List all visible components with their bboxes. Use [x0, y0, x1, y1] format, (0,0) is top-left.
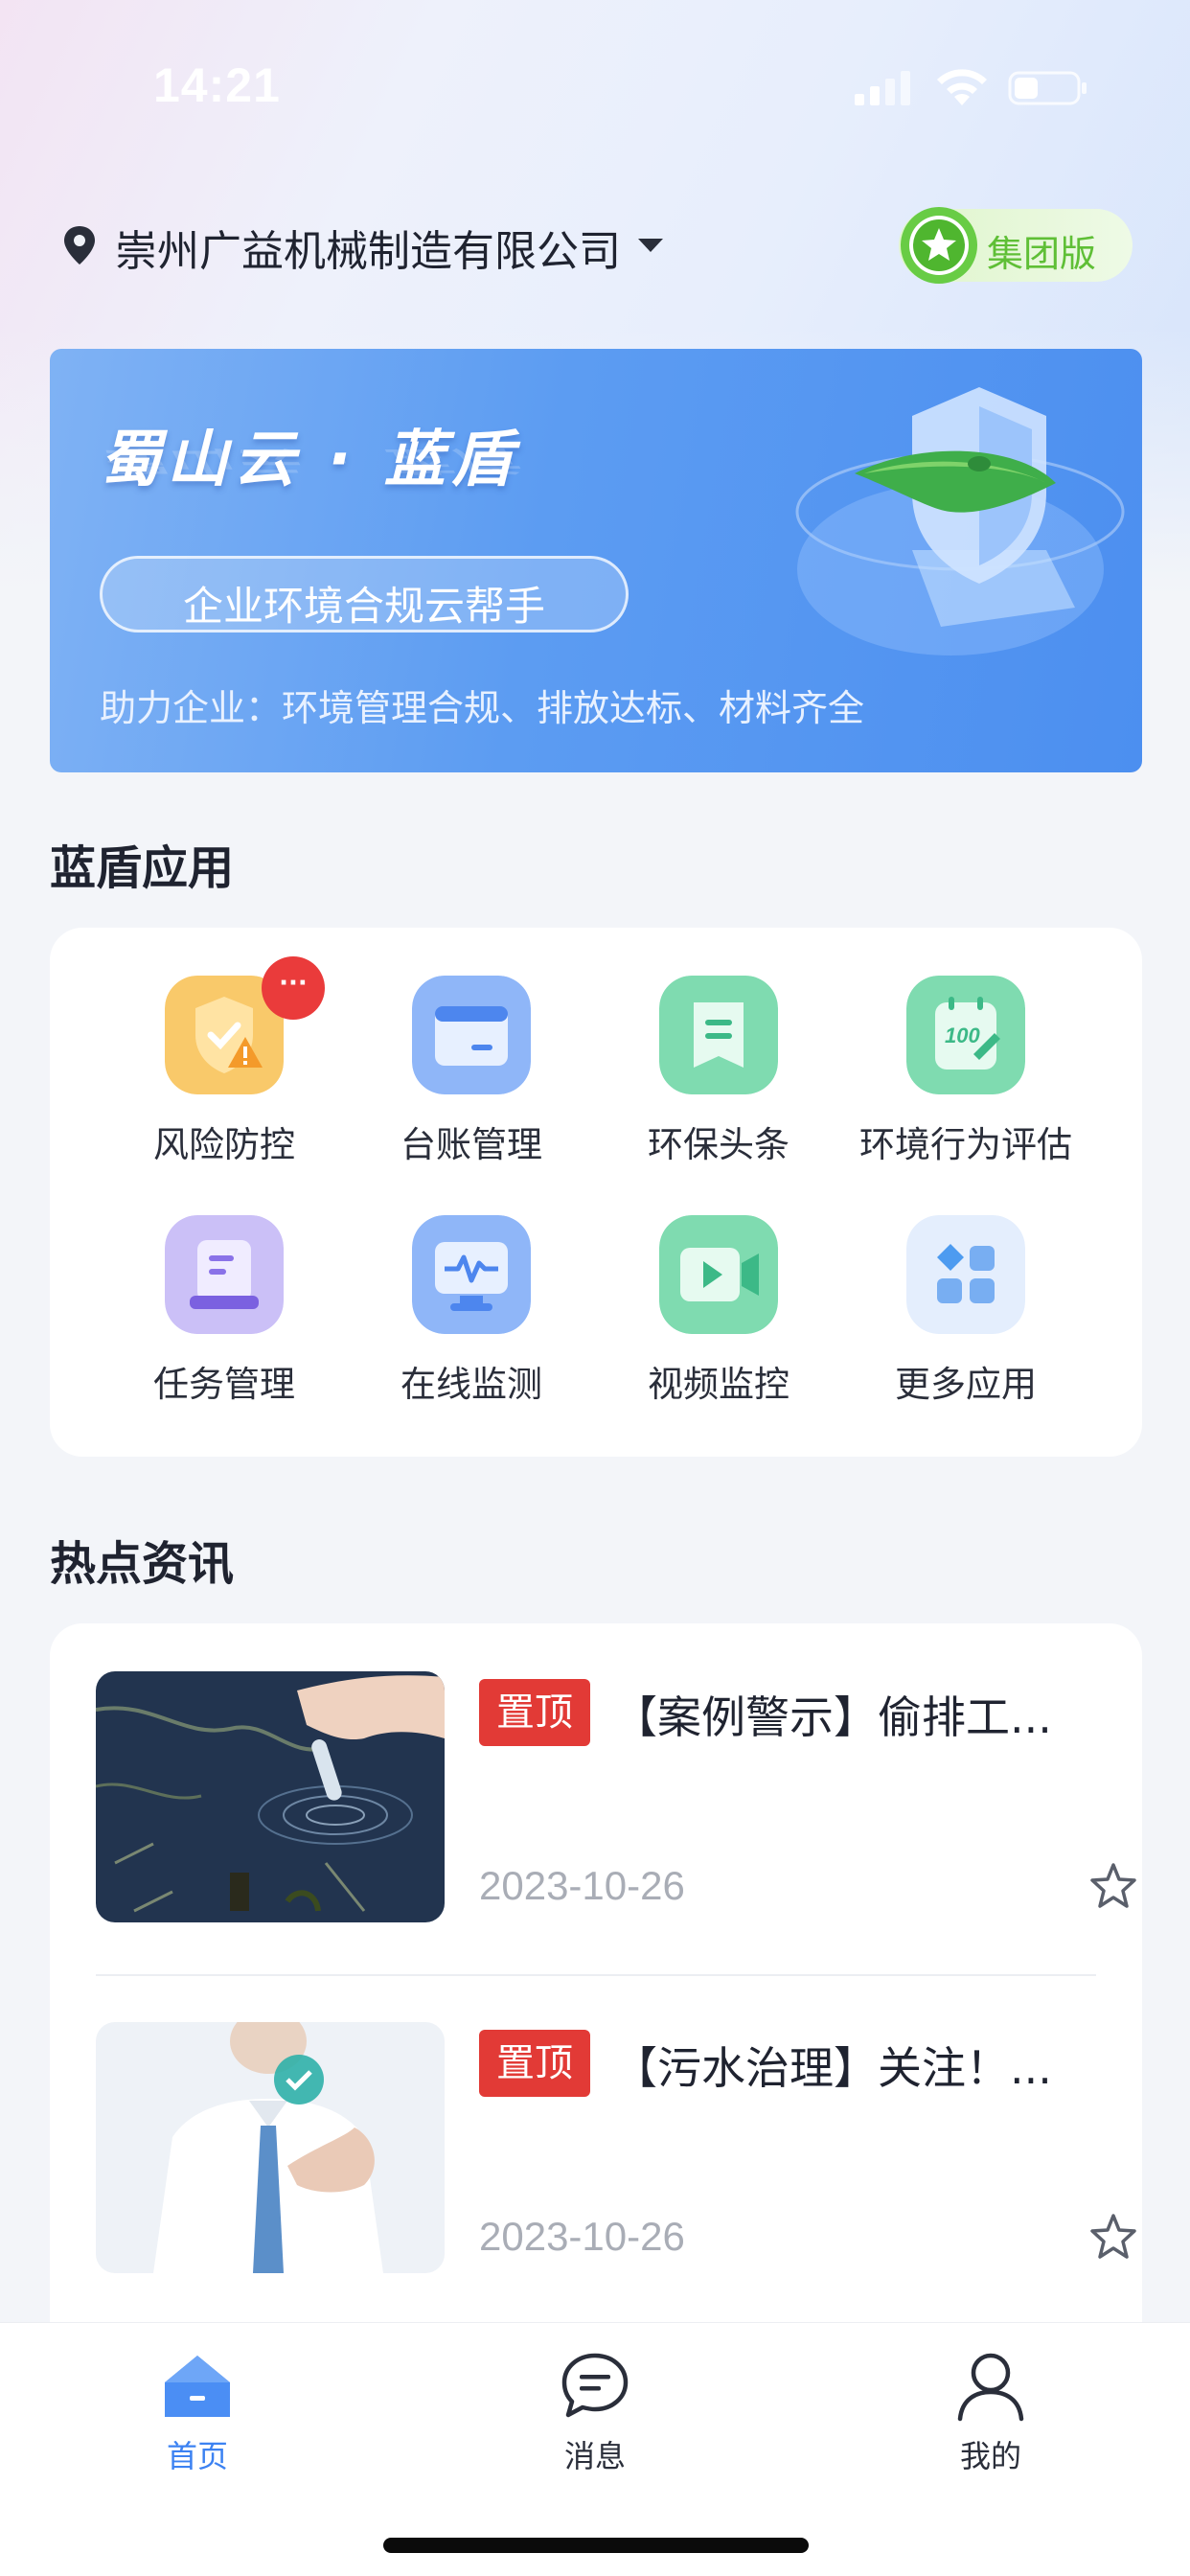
ledger-icon: [412, 976, 531, 1094]
app-label: 在线监测: [400, 1364, 542, 1405]
banner-subtitle: 助力企业：环境管理合规、排放达标、材料齐全: [100, 687, 865, 729]
message-icon: [561, 2353, 629, 2418]
favorite-star-icon[interactable]: [1088, 2212, 1138, 2262]
app-label: 任务管理: [153, 1364, 295, 1405]
star-medal-icon: [901, 207, 977, 284]
app-environment-evaluation[interactable]: 100 环境行为评估: [842, 928, 1089, 1165]
profile-icon: [957, 2353, 1024, 2422]
status-bar: 14:21: [0, 0, 1190, 172]
svg-text:100: 100: [945, 1024, 980, 1047]
tab-label: 消息: [563, 2438, 626, 2474]
banner-tagline-pill: 企业环境合规云帮手: [100, 556, 629, 632]
news-list-card: 置顶 【案例警示】偷排工... 2023-10-26 置顶 【污水治理】关注！.…: [50, 1623, 1142, 2352]
app-label: 更多应用: [895, 1364, 1037, 1405]
banner-title-reflection: 蜀山云 · 蓝盾: [100, 444, 518, 477]
apps-section-title: 蓝盾应用: [50, 841, 235, 895]
score-notepad-icon: 100: [906, 976, 1025, 1094]
promo-banner[interactable]: 蜀山云 · 蓝盾 蜀山云 · 蓝盾 企业环境合规云帮手 助力企业：环境管理合规、…: [50, 349, 1142, 772]
news-title: 【污水治理】关注！...: [613, 2042, 1052, 2094]
shield-illustration-icon: [795, 387, 1125, 656]
home-indicator[interactable]: [383, 2538, 809, 2553]
tab-messages[interactable]: 消息: [499, 2340, 691, 2484]
home-icon: [165, 2356, 230, 2417]
wifi-icon: [937, 69, 987, 105]
pinned-tag: 置顶: [479, 1679, 590, 1746]
battery-icon: [1008, 71, 1087, 105]
news-bookmark-icon: [659, 976, 778, 1094]
header-bar: 崇州广益机械制造有限公司 集团版: [0, 201, 1190, 288]
group-edition-badge[interactable]: 集团版: [899, 207, 1133, 284]
news-item[interactable]: 置顶 【污水治理】关注！... 2023-10-26: [96, 1974, 1136, 2290]
task-document-icon: [165, 1215, 284, 1334]
apps-grid-card: ··· 风险防控 台账管理 环保头条 100 环境行为评估 任务管理 在线监测 …: [50, 928, 1142, 1457]
app-label: 环保头条: [648, 1124, 790, 1165]
app-label: 视频监控: [648, 1364, 790, 1405]
water-sampling-thumbnail: [96, 1671, 445, 1922]
group-edition-label: 集团版: [987, 233, 1097, 275]
status-time: 14:21: [153, 58, 281, 112]
pinned-tag: 置顶: [479, 2030, 590, 2097]
app-online-monitoring[interactable]: 在线监测: [348, 1167, 595, 1405]
cellular-signal-icon: [855, 71, 910, 105]
app-risk-control[interactable]: ··· 风险防控: [101, 928, 348, 1165]
notification-badge: ···: [262, 956, 325, 1020]
app-video-monitoring[interactable]: 视频监控: [595, 1167, 842, 1405]
app-ledger-management[interactable]: 台账管理: [348, 928, 595, 1165]
news-section-title: 热点资讯: [50, 1537, 235, 1591]
monitor-pulse-icon: [412, 1215, 531, 1334]
banner-tagline: 企业环境合规云帮手: [182, 583, 545, 630]
news-date: 2023-10-26: [479, 2214, 685, 2259]
news-item[interactable]: 置顶 【案例警示】偷排工... 2023-10-26: [96, 1623, 1136, 1940]
tab-label: 首页: [166, 2438, 228, 2474]
tab-profile[interactable]: 我的: [895, 2340, 1087, 2484]
news-title: 【案例警示】偷排工...: [613, 1691, 1052, 1743]
grid-more-icon: [906, 1215, 1025, 1334]
video-camera-icon: [659, 1215, 778, 1334]
app-label: 风险防控: [153, 1124, 295, 1165]
app-eco-headlines[interactable]: 环保头条: [595, 928, 842, 1165]
app-label: 环境行为评估: [859, 1124, 1072, 1165]
tab-home[interactable]: 首页: [102, 2340, 293, 2484]
app-label: 台账管理: [400, 1124, 542, 1165]
location-pin-icon: [64, 226, 95, 264]
businessman-touch-thumbnail: [96, 2022, 445, 2273]
company-selector[interactable]: 崇州广益机械制造有限公司: [115, 217, 621, 278]
app-more-apps[interactable]: 更多应用: [842, 1167, 1089, 1405]
tab-label: 我的: [959, 2438, 1021, 2474]
news-date: 2023-10-26: [479, 1863, 685, 1908]
caret-down-icon[interactable]: [636, 236, 665, 255]
app-task-management[interactable]: 任务管理: [101, 1167, 348, 1405]
favorite-star-icon[interactable]: [1088, 1861, 1138, 1911]
